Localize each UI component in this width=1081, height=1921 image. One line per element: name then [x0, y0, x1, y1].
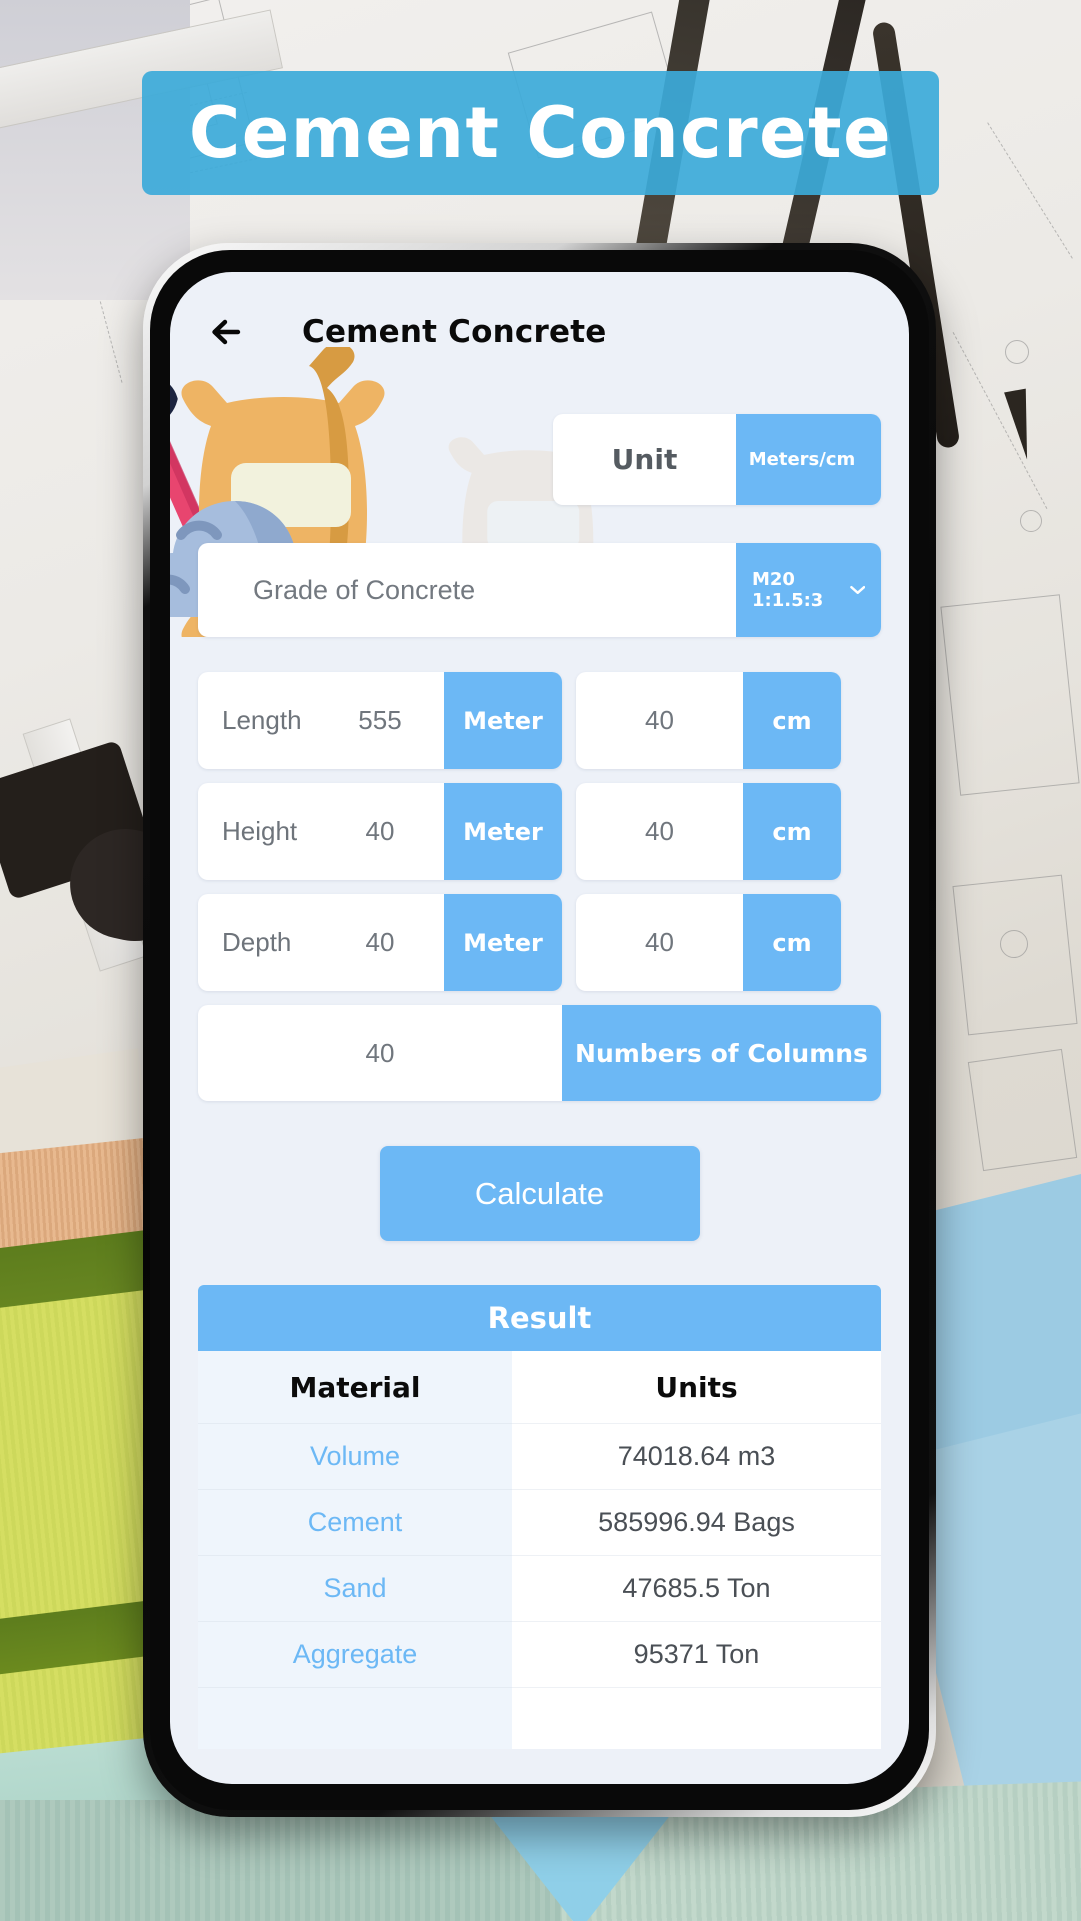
- length-primary-unit-button[interactable]: Meter: [444, 672, 562, 769]
- grade-of-concrete-label: Grade of Concrete: [253, 574, 476, 605]
- result-section: Result Material Volume Cement Sand Aggre…: [170, 1241, 909, 1749]
- chevron-down-icon: [849, 586, 865, 594]
- dimension-row-length: Length 555 Meter 40 cm: [198, 672, 881, 769]
- length-secondary-input[interactable]: 40: [576, 705, 743, 736]
- depth-secondary-input[interactable]: 40: [576, 927, 743, 958]
- result-column-header-material: Material: [289, 1370, 421, 1404]
- app-bar-title: Cement Concrete: [302, 314, 607, 350]
- length-primary-input[interactable]: 555: [316, 705, 444, 736]
- calculator-form: Unit Meters/cm Grade of Concrete M20 1:1…: [170, 392, 909, 1241]
- result-material-column: Material Volume Cement Sand Aggregate: [198, 1351, 512, 1749]
- length-primary-card: Length 555 Meter: [198, 672, 562, 769]
- table-row: Cement: [198, 1489, 512, 1555]
- dimension-rows: Length 555 Meter 40 cm Height 40 Meter 4…: [198, 637, 881, 991]
- columns-input[interactable]: 40: [198, 1038, 562, 1069]
- dimension-row-height: Height 40 Meter 40 cm: [198, 783, 881, 880]
- depth-secondary-card: 40 cm: [576, 894, 841, 991]
- depth-primary-unit-button[interactable]: Meter: [444, 894, 562, 991]
- page-title-banner: Cement Concrete: [142, 71, 939, 195]
- columns-card: 40 Numbers of Columns: [198, 1005, 881, 1101]
- length-label: Length: [222, 705, 302, 735]
- result-table: Material Volume Cement Sand Aggregate Un…: [198, 1351, 881, 1749]
- depth-secondary-unit-button[interactable]: cm: [743, 894, 841, 991]
- app-bar: Cement Concrete: [170, 272, 909, 392]
- phone-mockup: Cement Concrete Unit Meters/cm Grade of …: [143, 243, 936, 1817]
- arrow-left-icon[interactable]: [204, 310, 248, 354]
- dimension-row-depth: Depth 40 Meter 40 cm: [198, 894, 881, 991]
- table-row-empty: [198, 1687, 512, 1749]
- page-title: Cement Concrete: [188, 92, 893, 174]
- height-primary-card: Height 40 Meter: [198, 783, 562, 880]
- depth-primary-input[interactable]: 40: [316, 927, 444, 958]
- unit-row: Unit Meters/cm: [198, 392, 881, 505]
- table-row: Sand: [198, 1555, 512, 1621]
- app-screen: Cement Concrete Unit Meters/cm Grade of …: [170, 272, 909, 1784]
- length-secondary-card: 40 cm: [576, 672, 841, 769]
- depth-label: Depth: [222, 927, 292, 957]
- grade-card: Grade of Concrete M20 1:1.5:3: [198, 543, 881, 637]
- height-secondary-unit-button[interactable]: cm: [743, 783, 841, 880]
- result-column-header-units: Units: [655, 1370, 738, 1404]
- grade-dropdown[interactable]: M20 1:1.5:3: [736, 543, 881, 637]
- result-header: Result: [198, 1285, 881, 1351]
- height-secondary-input[interactable]: 40: [576, 816, 743, 847]
- grade-dropdown-value: M20 1:1.5:3: [752, 569, 824, 611]
- table-row-empty: [512, 1687, 881, 1749]
- grade-row: Grade of Concrete M20 1:1.5:3: [198, 505, 881, 637]
- unit-card: Unit Meters/cm: [553, 414, 881, 505]
- depth-primary-card: Depth 40 Meter: [198, 894, 562, 991]
- table-row: 47685.5 Ton: [512, 1555, 881, 1621]
- height-label: Height: [222, 816, 298, 846]
- calculate-row: Calculate: [198, 1101, 881, 1241]
- height-primary-input[interactable]: 40: [316, 816, 444, 847]
- table-row: Aggregate: [198, 1621, 512, 1687]
- unit-label: Unit: [611, 443, 678, 476]
- result-units-column: Units 74018.64 m3 585996.94 Bags 47685.5…: [512, 1351, 881, 1749]
- table-row: Volume: [198, 1423, 512, 1489]
- unit-dropdown[interactable]: Meters/cm: [736, 414, 881, 505]
- calculate-button[interactable]: Calculate: [379, 1146, 700, 1241]
- length-secondary-unit-button[interactable]: cm: [743, 672, 841, 769]
- height-primary-unit-button[interactable]: Meter: [444, 783, 562, 880]
- height-secondary-card: 40 cm: [576, 783, 841, 880]
- columns-row: 40 Numbers of Columns: [198, 1005, 881, 1101]
- table-row: 585996.94 Bags: [512, 1489, 881, 1555]
- unit-dropdown-value: Meters/cm: [748, 449, 856, 470]
- table-row: 74018.64 m3: [512, 1423, 881, 1489]
- table-row: 95371 Ton: [512, 1621, 881, 1687]
- numbers-of-columns-button[interactable]: Numbers of Columns: [562, 1005, 881, 1101]
